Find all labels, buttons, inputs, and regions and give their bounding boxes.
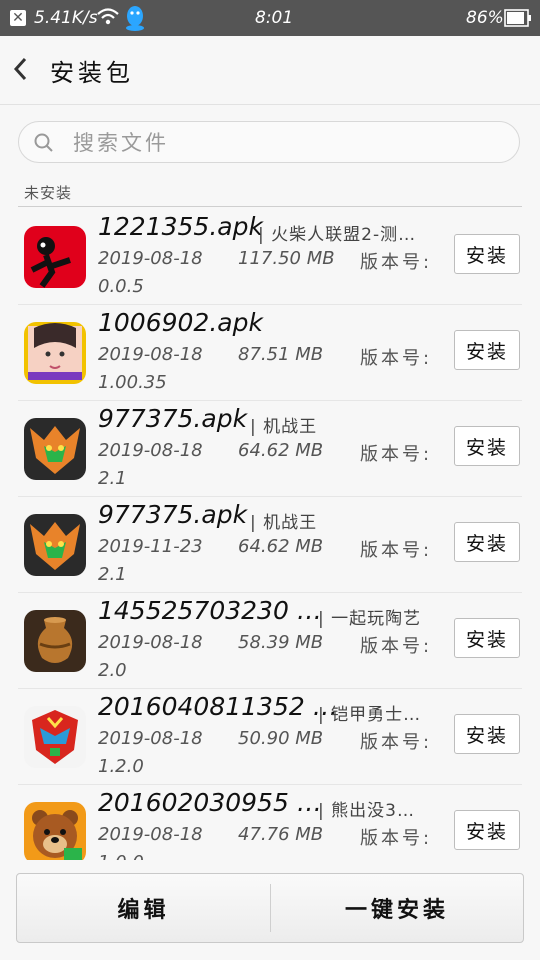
install-button[interactable]: 安装: [454, 330, 520, 370]
install-button[interactable]: 安装: [454, 810, 520, 850]
file-date: 2019-08-18: [98, 632, 203, 653]
list-item[interactable]: 201602030955 … | 熊出没3… 2019-08-18 47.76 …: [18, 784, 522, 860]
install-button[interactable]: 安装: [454, 714, 520, 754]
install-button[interactable]: 安装: [454, 522, 520, 562]
file-name: 977375.apk: [98, 500, 248, 529]
app-name: | 熊出没3…: [318, 801, 415, 821]
version-label: 版本号:: [360, 636, 433, 657]
armor-hero-icon: [24, 706, 86, 768]
package-list[interactable]: 1221355.apk | 火柴人联盟2-测… 2019-08-18 117.5…: [0, 208, 540, 860]
version-label: 版本号:: [360, 828, 433, 849]
file-size: 50.90 MB: [238, 728, 324, 749]
file-date: 2019-08-18: [98, 728, 203, 749]
version-label: 版本号:: [360, 540, 433, 561]
version-number: 2.1: [98, 468, 127, 489]
version-number: 2.1: [98, 564, 127, 585]
stickman-league-icon: [24, 226, 86, 288]
file-date: 2019-08-18: [98, 344, 203, 365]
version-label: 版本号:: [360, 348, 433, 369]
file-date: 2019-11-23: [98, 536, 203, 557]
battery-icon: [504, 9, 532, 32]
file-date: 2019-08-18: [98, 440, 203, 461]
wifi-icon: [96, 6, 120, 31]
file-name: 201602030955 …: [98, 788, 322, 817]
version-number: 1.2.0: [98, 756, 144, 777]
search-input[interactable]: [71, 126, 495, 160]
list-item[interactable]: 1221355.apk | 火柴人联盟2-测… 2019-08-18 117.5…: [18, 208, 522, 305]
file-size: 87.51 MB: [238, 344, 324, 365]
file-date: 2019-08-18: [98, 824, 203, 845]
mech-robot-icon: [24, 514, 86, 576]
list-item[interactable]: 977375.apk | 机战王 2019-11-23 64.62 MB 版本号…: [18, 496, 522, 593]
file-size: 47.76 MB: [238, 824, 324, 845]
status-bar: ✕ 5.41K/s 8:01 86%: [0, 0, 540, 36]
close-notification-icon: ✕: [10, 10, 26, 26]
qq-icon: [124, 5, 146, 36]
version-label: 版本号:: [360, 732, 433, 753]
version-number: 1.0.0: [98, 852, 144, 860]
file-name: 1221355.apk: [98, 212, 263, 241]
version-number: 0.0.5: [98, 276, 144, 297]
app-name: | 机战王: [250, 417, 318, 437]
file-size: 64.62 MB: [238, 536, 324, 557]
install-button[interactable]: 安装: [454, 234, 520, 274]
search-box[interactable]: [18, 121, 520, 163]
bear-character-icon: [24, 802, 86, 860]
file-size: 58.39 MB: [238, 632, 324, 653]
file-name: 145525703230 …: [98, 596, 322, 625]
mech-robot-icon: [24, 418, 86, 480]
file-name: 977375.apk: [98, 404, 248, 433]
file-name: 2016040811352 …: [98, 692, 338, 721]
chevron-left-icon[interactable]: [12, 56, 38, 84]
version-label: 版本号:: [360, 444, 433, 465]
battery-percent: 86%: [466, 8, 504, 28]
file-size: 117.50 MB: [238, 248, 335, 269]
section-divider: [18, 206, 522, 207]
app-name: | 一起玩陶艺: [318, 609, 422, 629]
version-number: 2.0: [98, 660, 127, 681]
network-speed: 5.41K/s: [34, 8, 98, 28]
section-title: 未安装: [24, 184, 73, 202]
install-button[interactable]: 安装: [454, 426, 520, 466]
file-name: 1006902.apk: [98, 308, 263, 337]
idol-portrait-icon: [24, 322, 86, 384]
bottom-action-bar: 编辑 一键安装: [16, 873, 524, 943]
file-size: 64.62 MB: [238, 440, 324, 461]
edit-button[interactable]: 编辑: [17, 874, 270, 942]
list-item[interactable]: 1006902.apk 2019-08-18 87.51 MB 版本号: 1.0…: [18, 304, 522, 401]
pottery-vase-icon: [24, 610, 86, 672]
list-item[interactable]: 145525703230 … | 一起玩陶艺 2019-08-18 58.39 …: [18, 592, 522, 689]
install-all-button[interactable]: 一键安装: [271, 874, 523, 942]
clock: 8:01: [255, 8, 294, 28]
version-number: 1.00.35: [98, 372, 167, 393]
app-name: | 火柴人联盟2-测…: [258, 225, 417, 245]
search-icon: [33, 132, 55, 158]
install-button[interactable]: 安装: [454, 618, 520, 658]
file-date: 2019-08-18: [98, 248, 203, 269]
app-name: | 铠甲勇士…: [318, 705, 422, 725]
title-bar: 安装包: [0, 36, 540, 105]
app-name: | 机战王: [250, 513, 318, 533]
list-item[interactable]: 2016040811352 … | 铠甲勇士… 2019-08-18 50.90…: [18, 688, 522, 785]
page-title: 安装包: [50, 59, 134, 87]
version-label: 版本号:: [360, 252, 433, 273]
list-item[interactable]: 977375.apk | 机战王 2019-08-18 64.62 MB 版本号…: [18, 400, 522, 497]
